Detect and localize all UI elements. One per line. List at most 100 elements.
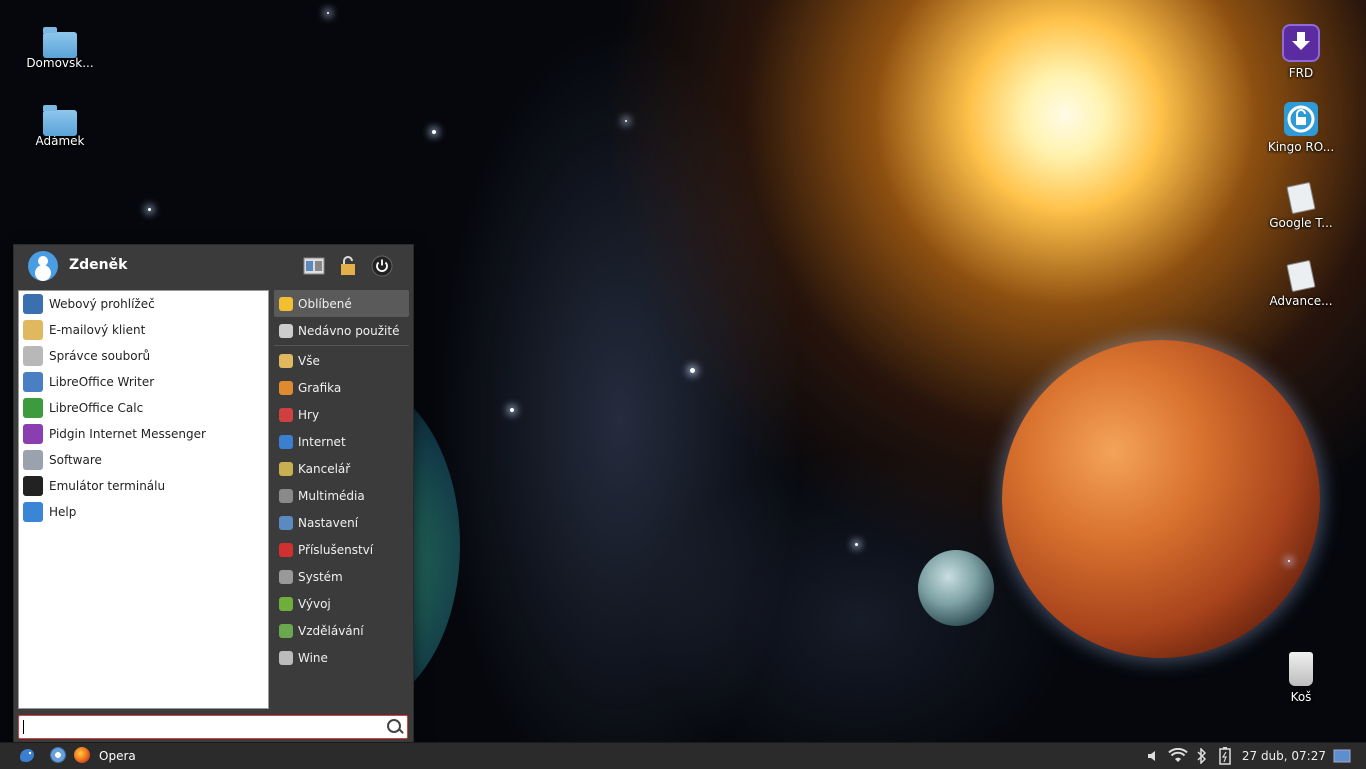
category-item[interactable]: Multimédia xyxy=(274,482,409,509)
favorite-item-label: Pidgin Internet Messenger xyxy=(49,427,206,441)
category-item-label: Příslušenství xyxy=(298,542,374,557)
desktop-icon-advance[interactable]: Advance... xyxy=(1256,259,1346,308)
desktop-icon-label: Advance... xyxy=(1269,294,1333,308)
category-item[interactable]: Kancelář xyxy=(274,455,409,482)
education-icon xyxy=(279,623,293,638)
category-item[interactable]: Vzdělávání xyxy=(274,617,409,644)
system-icon xyxy=(279,569,293,584)
unlock-icon xyxy=(1284,102,1318,136)
document-icon xyxy=(1286,181,1316,215)
xfce-mouse-icon xyxy=(20,749,34,762)
category-item[interactable]: Systém xyxy=(274,563,409,590)
desktop-icon-label: Koš xyxy=(1290,690,1312,704)
wallpaper-star xyxy=(1288,560,1290,562)
favorite-item[interactable]: Help xyxy=(19,499,268,525)
wifi-button[interactable] xyxy=(1168,748,1188,764)
category-item[interactable]: Oblíbené xyxy=(274,290,409,317)
recent-icon xyxy=(279,323,293,338)
show-desktop-button[interactable] xyxy=(1333,749,1351,763)
category-item[interactable]: Nastavení xyxy=(274,509,409,536)
graphics-icon xyxy=(279,380,293,395)
category-item-label: Vše xyxy=(298,353,320,368)
category-list: Oblíbené Nedávno použité Vše Grafika Hry Inte… xyxy=(274,290,409,671)
favorite-item[interactable]: E-mailový klient xyxy=(19,317,268,343)
globe-icon xyxy=(23,294,43,314)
category-item[interactable]: Internet xyxy=(274,428,409,455)
power-icon xyxy=(371,255,393,277)
category-item-label: Nedávno použité xyxy=(298,323,400,338)
battery-button[interactable] xyxy=(1219,747,1231,765)
volume-button[interactable] xyxy=(1147,749,1161,763)
lock-icon xyxy=(341,256,355,275)
power-button[interactable] xyxy=(370,254,394,278)
favorite-item-label: E-mailový klient xyxy=(49,323,146,337)
wallpaper-star xyxy=(690,368,695,373)
search-input[interactable] xyxy=(18,715,408,739)
category-item-label: Vývoj xyxy=(298,596,331,611)
favorite-item-label: Webový prohlížeč xyxy=(49,297,155,311)
category-item[interactable]: Hry xyxy=(274,401,409,428)
user-avatar-icon[interactable] xyxy=(28,251,58,281)
favorite-item[interactable]: Emulátor terminálu xyxy=(19,473,268,499)
terminal-icon xyxy=(23,476,43,496)
bluetooth-button[interactable] xyxy=(1197,748,1207,764)
file-manager-icon xyxy=(23,346,43,366)
wallpaper-mars xyxy=(1002,340,1320,658)
desktop-icon-google[interactable]: Google T... xyxy=(1256,181,1346,230)
chromium-icon xyxy=(50,747,66,763)
desktop-icon-frd[interactable]: FRD xyxy=(1256,24,1346,80)
favorite-item[interactable]: Software xyxy=(19,447,268,473)
search-icon[interactable] xyxy=(387,719,401,733)
favorite-item[interactable]: Pidgin Internet Messenger xyxy=(19,421,268,447)
desktop-icon-label: Domovsk... xyxy=(26,56,94,70)
wallpaper-star xyxy=(625,120,627,122)
document-icon xyxy=(1286,259,1316,293)
help-icon xyxy=(23,502,43,522)
category-item[interactable]: Příslušenství xyxy=(274,536,409,563)
favorite-item-label: LibreOffice Writer xyxy=(49,375,155,389)
favorites-list: Webový prohlížeč E-mailový klient Správce … xyxy=(18,290,269,709)
desktop-icon-home[interactable]: Domovsk... xyxy=(15,26,105,70)
menu-launcher-button[interactable] xyxy=(18,747,36,763)
switch-user-button[interactable] xyxy=(302,254,326,278)
category-separator xyxy=(274,345,409,346)
favorite-item[interactable]: LibreOffice Calc xyxy=(19,395,268,421)
desktop-icon-kingo[interactable]: Kingo RO... xyxy=(1256,102,1346,154)
user-name: Zdeněk xyxy=(69,257,128,273)
category-item[interactable]: Vývoj xyxy=(274,590,409,617)
multimedia-icon xyxy=(279,488,293,503)
wallpaper-star xyxy=(432,130,436,134)
writer-icon xyxy=(23,372,43,392)
lock-button[interactable] xyxy=(336,254,360,278)
favorite-item[interactable]: Webový prohlížeč xyxy=(19,291,268,317)
category-item[interactable]: Wine xyxy=(274,644,409,671)
taskbar-window-opera[interactable]: Opera xyxy=(99,749,136,763)
category-item-label: Kancelář xyxy=(298,461,351,476)
favorite-item-label: Správce souborů xyxy=(49,349,151,363)
desktop-icon-trash[interactable]: Koš xyxy=(1256,652,1346,704)
wallpaper-star xyxy=(327,12,329,14)
home-folder-icon xyxy=(43,27,77,58)
star-icon xyxy=(279,296,293,311)
desktop-icon-adamek[interactable]: Adámek xyxy=(15,104,105,148)
office-icon xyxy=(279,461,293,476)
favorite-item[interactable]: LibreOffice Writer xyxy=(19,369,268,395)
taskbar: Opera 27 dub, 07:27 xyxy=(0,742,1366,769)
favorite-item-label: Emulátor terminálu xyxy=(49,479,166,493)
launcher-chromium[interactable] xyxy=(50,747,66,763)
category-item[interactable]: Vše xyxy=(274,347,409,374)
all-icon xyxy=(279,353,293,368)
wifi-icon xyxy=(1168,748,1188,762)
category-item-label: Vzdělávání xyxy=(298,623,364,638)
category-item-label: Grafika xyxy=(298,380,342,395)
category-item[interactable]: Nedávno použité xyxy=(274,317,409,344)
trash-icon xyxy=(1289,652,1313,686)
favorite-item-label: LibreOffice Calc xyxy=(49,401,144,415)
launcher-firefox[interactable] xyxy=(74,747,90,763)
download-icon xyxy=(1282,24,1320,62)
clock[interactable]: 27 dub, 07:27 xyxy=(1242,749,1326,763)
category-item[interactable]: Grafika xyxy=(274,374,409,401)
favorite-item[interactable]: Správce souborů xyxy=(19,343,268,369)
show-desktop-icon xyxy=(1333,749,1351,763)
desktop-icon-label: FRD xyxy=(1288,66,1314,80)
